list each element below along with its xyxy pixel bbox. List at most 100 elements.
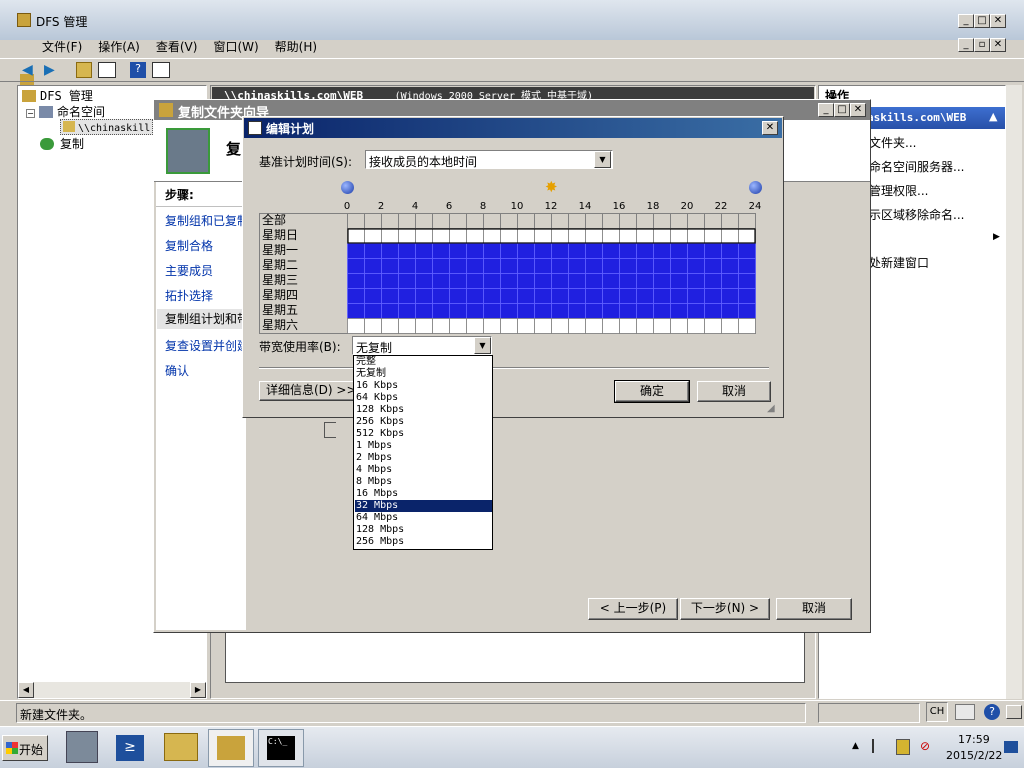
schedule-cell[interactable] (517, 258, 535, 274)
schedule-cell[interactable] (347, 318, 365, 334)
hour-header-cell[interactable] (704, 213, 722, 229)
bandwidth-option[interactable]: 512 Kbps (355, 428, 492, 440)
schedule-cell[interactable] (636, 243, 654, 259)
schedule-cell[interactable] (670, 288, 688, 304)
keyboard-icon[interactable] (955, 704, 975, 720)
schedule-cell[interactable] (636, 318, 654, 334)
schedule-cell[interactable] (364, 273, 382, 289)
hour-header-cell[interactable] (721, 213, 739, 229)
day-row-label[interactable]: 星期二 (262, 258, 298, 273)
schedule-cell[interactable] (602, 228, 620, 244)
schedule-cell[interactable] (704, 288, 722, 304)
schedule-cell[interactable] (432, 258, 450, 274)
action-item[interactable]: 命名空间服务器... (869, 158, 964, 175)
schedule-cell[interactable] (585, 243, 603, 259)
schedule-cell[interactable] (432, 228, 450, 244)
hour-header-cell[interactable] (449, 213, 467, 229)
schedule-cell[interactable] (364, 288, 382, 304)
schedule-cell[interactable] (415, 318, 433, 334)
schedule-cell[interactable] (415, 243, 433, 259)
schedule-cell[interactable] (466, 303, 484, 319)
schedule-cell[interactable] (551, 273, 569, 289)
day-row-label[interactable]: 星期日 (262, 228, 298, 243)
schedule-cell[interactable] (381, 243, 399, 259)
day-row-label[interactable]: 星期三 (262, 273, 298, 288)
schedule-cell[interactable] (432, 243, 450, 259)
start-button[interactable]: 开始 (2, 735, 48, 761)
hour-header-cell[interactable] (619, 213, 637, 229)
forward-icon[interactable]: ▶ (44, 63, 55, 77)
schedule-cell[interactable] (687, 318, 705, 334)
schedule-cell[interactable] (466, 228, 484, 244)
day-row-label[interactable]: 星期一 (262, 243, 298, 258)
tree-namespace[interactable]: − 命名空间 (26, 103, 105, 120)
schedule-cell[interactable] (551, 243, 569, 259)
schedule-cell[interactable] (381, 288, 399, 304)
schedule-cell[interactable] (466, 258, 484, 274)
next-button[interactable]: 下一步(N) > (680, 598, 770, 620)
schedule-cell[interactable] (670, 243, 688, 259)
server-manager-icon[interactable] (66, 731, 98, 763)
schedule-cell[interactable] (449, 228, 467, 244)
schedule-cell[interactable] (619, 258, 637, 274)
day-row-label[interactable]: 星期五 (262, 303, 298, 318)
schedule-cell[interactable] (602, 243, 620, 259)
schedule-cell[interactable] (568, 243, 586, 259)
schedule-cell[interactable] (687, 228, 705, 244)
schedule-cell[interactable] (585, 318, 603, 334)
schedule-cell[interactable] (517, 303, 535, 319)
menu-item[interactable]: 帮助(H) (275, 40, 317, 54)
schedule-cell[interactable] (415, 288, 433, 304)
schedule-cell[interactable] (381, 228, 399, 244)
schedule-cell[interactable] (568, 258, 586, 274)
schedule-cell[interactable] (347, 273, 365, 289)
bandwidth-option[interactable]: 8 Mbps (355, 476, 492, 488)
hour-header-cell[interactable] (500, 213, 518, 229)
mdi-close-button[interactable]: ✕ (990, 38, 1006, 52)
schedule-grid[interactable] (347, 213, 756, 334)
menu-item[interactable]: 文件(F) (42, 40, 82, 54)
base-time-dropdown-icon[interactable]: ▼ (594, 151, 611, 168)
hour-header-cell[interactable] (653, 213, 671, 229)
bandwidth-option[interactable]: 128 Kbps (355, 404, 492, 416)
hour-header-cell[interactable] (585, 213, 603, 229)
main-title-bar[interactable]: DFS 管理 _ □ ✕ (0, 0, 1024, 40)
schedule-cell[interactable] (432, 288, 450, 304)
schedule-cell[interactable] (568, 303, 586, 319)
schedule-cell[interactable] (398, 303, 416, 319)
schedule-cell[interactable] (381, 303, 399, 319)
schedule-cell[interactable] (364, 318, 382, 334)
schedule-cell[interactable] (381, 258, 399, 274)
schedule-cell[interactable] (415, 258, 433, 274)
schedule-cell[interactable] (517, 273, 535, 289)
help-icon[interactable]: ? (130, 62, 146, 78)
schedule-cell[interactable] (653, 303, 671, 319)
wizard-minimize[interactable]: _ (818, 103, 834, 117)
schedule-cell[interactable] (670, 273, 688, 289)
bandwidth-option[interactable]: 2 Mbps (355, 452, 492, 464)
bandwidth-option[interactable]: 无复制 (355, 368, 492, 380)
schedule-cell[interactable] (568, 288, 586, 304)
schedule-cell[interactable] (534, 228, 552, 244)
hour-header-cell[interactable] (551, 213, 569, 229)
schedule-cell[interactable] (704, 318, 722, 334)
flag-icon[interactable] (872, 739, 886, 753)
schedule-cell[interactable] (347, 228, 365, 244)
schedule-cell[interactable] (568, 318, 586, 334)
schedule-cell[interactable] (415, 228, 433, 244)
bandwidth-option[interactable]: 64 Mbps (355, 512, 492, 524)
schedule-cell[interactable] (483, 258, 501, 274)
up-folder-icon[interactable] (76, 62, 92, 78)
schedule-cell[interactable] (585, 273, 603, 289)
hour-header-cell[interactable] (432, 213, 450, 229)
all-row-label[interactable]: 全部 (262, 213, 286, 228)
schedule-cell[interactable] (517, 318, 535, 334)
schedule-cell[interactable] (585, 303, 603, 319)
schedule-cell[interactable] (653, 318, 671, 334)
schedule-cell[interactable] (364, 258, 382, 274)
schedule-cell[interactable] (347, 243, 365, 259)
schedule-cell[interactable] (568, 228, 586, 244)
schedule-cell[interactable] (398, 273, 416, 289)
schedule-cell[interactable] (619, 318, 637, 334)
schedule-cell[interactable] (636, 273, 654, 289)
